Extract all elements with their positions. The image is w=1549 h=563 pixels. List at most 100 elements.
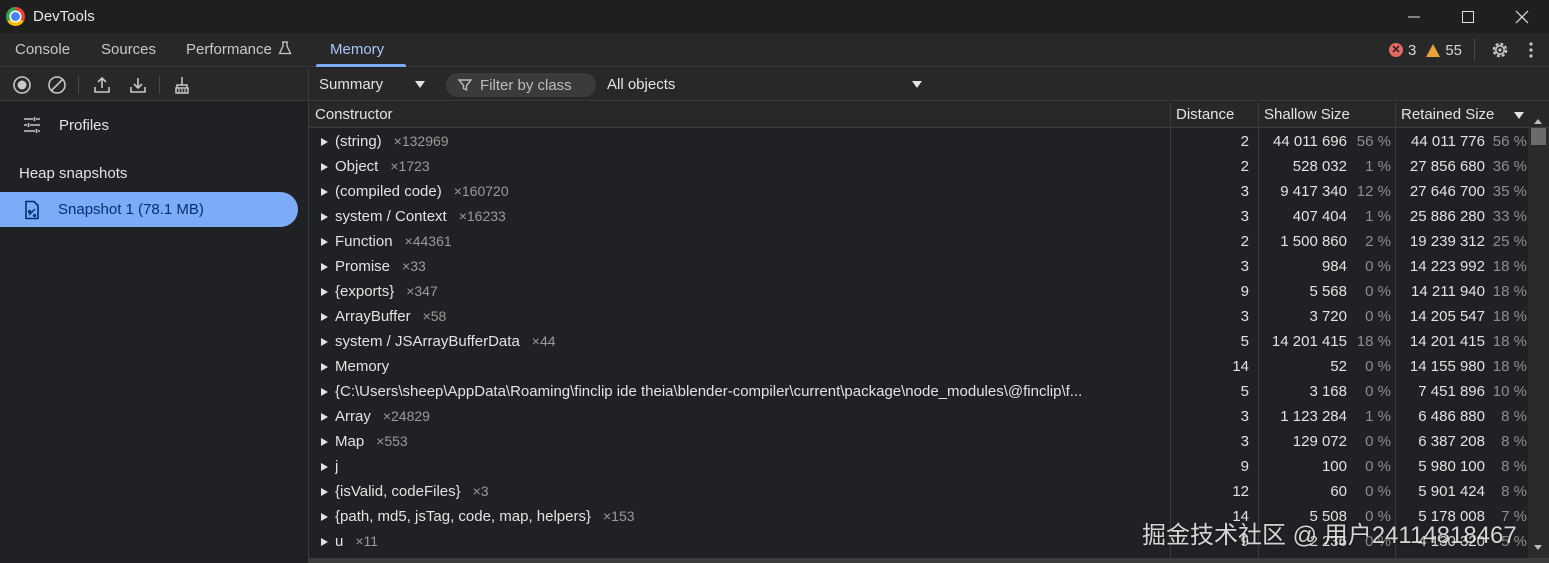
profiler-toolbar (0, 68, 308, 101)
watermark: 掘金技术社区 @ 用户24114818467 (1142, 522, 1517, 549)
retained-size-cell: 14 201 415 (1409, 333, 1485, 350)
retained-size-cell: 14 155 980 (1409, 358, 1485, 375)
shallow-size-cell: 407 404 (1292, 208, 1347, 225)
clear-button[interactable] (46, 74, 68, 96)
expand-arrow-icon[interactable] (321, 238, 328, 246)
shallow-percent-cell: 12 % (1356, 183, 1391, 200)
snapshot-label: Snapshot 1 (78.1 MB) (58, 201, 204, 218)
constructor-label: {exports} (335, 283, 395, 300)
load-profile-button[interactable] (91, 74, 113, 96)
objects-select[interactable]: All objects (607, 68, 675, 101)
heap-table-body: (string) ×132969 2 44 011 696 56 % 44 011 776… (309, 129, 1528, 558)
constructor-name: Function ×44361 (335, 229, 452, 254)
shallow-size-cell: 3 168 (1309, 383, 1347, 400)
expand-arrow-icon[interactable] (321, 263, 328, 271)
expand-arrow-icon[interactable] (321, 313, 328, 321)
column-distance[interactable]: Distance (1176, 102, 1234, 128)
expand-arrow-icon[interactable] (321, 213, 328, 221)
retained-size-cell: 5 901 424 (1418, 483, 1485, 500)
constructor-name: (compiled code) ×160720 (335, 179, 509, 204)
table-row[interactable]: {C:\Users\sheep\AppData\Roaming\finclip … (309, 379, 1528, 404)
retained-size-cell: 14 223 992 (1409, 258, 1485, 275)
expand-arrow-icon[interactable] (321, 138, 328, 146)
table-row[interactable]: {isValid, codeFiles} ×3 12 60 0 % 5 901 424 8 … (309, 479, 1528, 504)
shallow-size-cell: 9 417 340 (1280, 183, 1347, 200)
error-counter[interactable]: ✕ 3 (1388, 42, 1416, 59)
expand-arrow-icon[interactable] (321, 163, 328, 171)
settings-button[interactable] (1489, 39, 1511, 61)
class-filter-input[interactable]: Filter by class (446, 73, 596, 97)
expand-arrow-icon[interactable] (321, 288, 328, 296)
close-icon (1515, 10, 1529, 23)
distance-cell: 3 (1240, 433, 1249, 450)
expand-arrow-icon[interactable] (321, 413, 328, 421)
table-row[interactable]: system / Context ×16233 3 407 404 1 % 25 886 … (309, 204, 1528, 229)
constructor-label: system / Context (335, 208, 447, 225)
instance-count: ×16233 (458, 208, 506, 224)
gear-icon (1492, 42, 1508, 58)
retained-size-cell: 27 646 700 (1409, 183, 1485, 200)
table-row[interactable]: Object ×1723 2 528 032 1 % 27 856 680 36 % (309, 154, 1528, 179)
expand-arrow-icon[interactable] (321, 463, 328, 471)
record-button[interactable] (11, 74, 33, 96)
shallow-percent-cell: 0 % (1365, 258, 1391, 275)
table-row[interactable]: ArrayBuffer ×58 3 3 720 0 % 14 205 547 18 % (309, 304, 1528, 329)
table-row[interactable]: Promise ×33 3 984 0 % 14 223 992 18 % (309, 254, 1528, 279)
column-shallow-size[interactable]: Shallow Size (1264, 102, 1350, 128)
tab-performance[interactable]: Performance (186, 33, 292, 67)
expand-arrow-icon[interactable] (321, 338, 328, 346)
constructor-label: j (335, 458, 339, 475)
collect-garbage-button[interactable] (171, 74, 193, 96)
scroll-thumb[interactable] (1531, 128, 1546, 145)
snapshot-item[interactable]: Snapshot 1 (78.1 MB) (0, 192, 298, 227)
shallow-size-cell: 60 (1330, 483, 1347, 500)
table-row[interactable]: Memory 14 52 0 % 14 155 980 18 % (309, 354, 1528, 379)
table-row[interactable]: system / JSArrayBufferData ×44 5 14 201 415… (309, 329, 1528, 354)
expand-arrow-icon[interactable] (321, 513, 328, 521)
minimize-button[interactable] (1387, 0, 1441, 33)
expand-arrow-icon[interactable] (321, 488, 328, 496)
table-row[interactable]: (compiled code) ×160720 3 9 417 340 12 % 27 6… (309, 179, 1528, 204)
tab-memory[interactable]: Memory (330, 33, 384, 67)
warning-counter[interactable]: 55 (1426, 42, 1462, 59)
profiles-header[interactable]: Profiles (0, 109, 308, 141)
expand-arrow-icon[interactable] (321, 388, 328, 396)
scroll-up-icon[interactable] (1534, 119, 1542, 124)
column-retained-size[interactable]: Retained Size (1401, 102, 1494, 128)
distance-cell: 14 (1232, 358, 1249, 375)
expand-arrow-icon[interactable] (321, 188, 328, 196)
tab-console[interactable]: Console (15, 33, 70, 67)
maximize-button[interactable] (1441, 0, 1495, 33)
shallow-percent-cell: 0 % (1365, 383, 1391, 400)
distance-cell: 2 (1240, 233, 1249, 250)
upload-icon (94, 76, 110, 93)
column-constructor[interactable]: Constructor (315, 102, 393, 128)
shallow-percent-cell: 1 % (1365, 408, 1391, 425)
table-row[interactable]: (string) ×132969 2 44 011 696 56 % 44 011 776… (309, 129, 1528, 154)
retained-percent-cell: 18 % (1492, 283, 1527, 300)
table-row[interactable]: Function ×44361 2 1 500 860 2 % 19 239 312 25 … (309, 229, 1528, 254)
shallow-percent-cell: 1 % (1365, 158, 1391, 175)
constructor-name: {path, md5, jsTag, code, map, helpers} ×1… (335, 504, 635, 529)
error-icon: ✕ (1388, 43, 1403, 57)
scroll-down-icon[interactable] (1534, 545, 1542, 550)
distance-cell: 5 (1240, 333, 1249, 350)
table-row[interactable]: Map ×553 3 129 072 0 % 6 387 208 8 % (309, 429, 1528, 454)
distance-cell: 2 (1240, 158, 1249, 175)
view-select[interactable]: Summary (319, 68, 383, 101)
table-row[interactable]: j 9 100 0 % 5 980 100 8 % (309, 454, 1528, 479)
table-scrollbar[interactable] (1528, 119, 1549, 558)
close-button[interactable] (1495, 0, 1549, 33)
retained-percent-cell: 25 % (1492, 233, 1527, 250)
table-row[interactable]: {exports} ×347 9 5 568 0 % 14 211 940 18 % (309, 279, 1528, 304)
expand-arrow-icon[interactable] (321, 538, 328, 546)
expand-arrow-icon[interactable] (321, 363, 328, 371)
maximize-icon (1462, 10, 1474, 23)
more-options-button[interactable] (1523, 39, 1539, 61)
retained-size-cell: 27 856 680 (1409, 158, 1485, 175)
save-profile-button[interactable] (127, 74, 149, 96)
tab-sources[interactable]: Sources (101, 33, 156, 67)
view-select-value: Summary (319, 76, 384, 93)
table-row[interactable]: Array ×24829 3 1 123 284 1 % 6 486 880 8 % (309, 404, 1528, 429)
expand-arrow-icon[interactable] (321, 438, 328, 446)
